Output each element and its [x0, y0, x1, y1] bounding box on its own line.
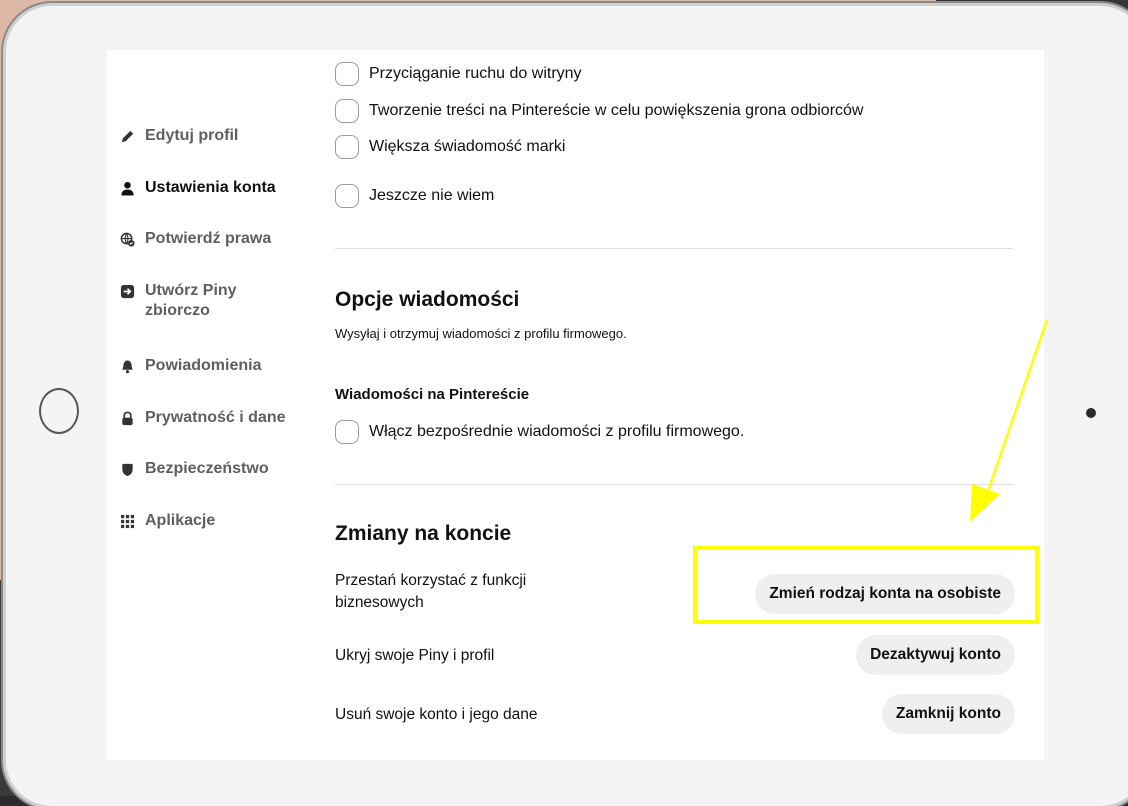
- goal-label: Większa świadomość marki: [369, 138, 566, 155]
- goal-checkbox[interactable]: [335, 184, 359, 208]
- goal-checkbox[interactable]: [335, 62, 359, 86]
- sidebar-item-label: Potwierdź prawa: [145, 230, 272, 247]
- goal-option[interactable]: Większa świadomość marki: [335, 135, 565, 159]
- direct-messages-label: Włącz bezpośrednie wiadomości z profilu …: [369, 423, 745, 440]
- main-content: Przyciąganie ruchu do witryny Tworzenie …: [335, 50, 1015, 760]
- convert-account-description: Przestań korzystać z funkcji biznesowych: [335, 572, 527, 611]
- section-divider: [335, 484, 1013, 485]
- close-account-button[interactable]: Zamknij konto: [881, 694, 1015, 734]
- messages-description: Wysyłaj i otrzymuj wiadomości z profilu …: [335, 326, 627, 341]
- goal-checkbox[interactable]: [335, 99, 359, 123]
- goal-label: Jeszcze nie wiem: [369, 187, 495, 204]
- goal-label: Tworzenie treści na Pintereście w celu p…: [369, 102, 864, 119]
- deactivate-account-button[interactable]: Dezaktywuj konto: [856, 635, 1015, 675]
- globe-check-icon: [119, 231, 135, 247]
- settings-screen: Edytuj profil Ustawienia konta Potwierdź…: [107, 50, 1044, 760]
- sidebar-item-label: Ustawienia konta: [145, 179, 276, 196]
- account-changes-title: Zmiany na koncie: [335, 522, 512, 545]
- goal-option[interactable]: Tworzenie treści na Pintereście w celu p…: [335, 99, 863, 123]
- highlight-box: [693, 546, 1039, 624]
- sidebar-item-apps[interactable]: Aplikacje: [119, 511, 319, 531]
- sidebar-item-notifications[interactable]: Powiadomienia: [119, 356, 319, 376]
- sidebar-item-label: Bezpieczeństwo: [145, 460, 269, 477]
- home-button[interactable]: [39, 388, 79, 434]
- direct-messages-checkbox[interactable]: [335, 420, 359, 444]
- shield-icon: [119, 461, 135, 477]
- import-icon: [119, 283, 135, 299]
- close-description: Usuń swoje konto i jego dane: [335, 706, 538, 723]
- messages-subtitle: Wiadomości na Pintereście: [335, 386, 530, 403]
- sidebar-item-security[interactable]: Bezpieczeństwo: [119, 459, 319, 479]
- section-divider: [335, 248, 1013, 249]
- sidebar-item-privacy[interactable]: Prywatność i dane: [119, 408, 319, 428]
- goal-option[interactable]: Przyciąganie ruchu do witryny: [335, 62, 582, 86]
- lock-icon: [119, 410, 135, 426]
- sidebar-nav: Edytuj profil Ustawienia konta Potwierdź…: [107, 50, 317, 760]
- sidebar-item-label: Utwórz Piny zbiorczo: [145, 282, 237, 319]
- pencil-icon: [119, 128, 135, 144]
- goal-option[interactable]: Jeszcze nie wiem: [335, 184, 494, 208]
- apps-grid-icon: [119, 513, 135, 529]
- sidebar-item-label: Edytuj profil: [145, 127, 239, 144]
- sidebar-item-edit-profile[interactable]: Edytuj profil: [119, 126, 319, 146]
- sidebar-item-claim[interactable]: Potwierdź prawa: [119, 229, 319, 249]
- camera-icon: [1086, 408, 1096, 418]
- deactivate-description: Ukryj swoje Piny i profil: [335, 647, 495, 664]
- messages-title: Opcje wiadomości: [335, 288, 520, 311]
- sidebar-item-account-settings[interactable]: Ustawienia konta: [119, 178, 319, 198]
- goal-checkbox[interactable]: [335, 135, 359, 159]
- person-icon: [119, 180, 135, 196]
- sidebar-item-bulk-pins[interactable]: Utwórz Piny zbiorczo: [119, 281, 319, 321]
- sidebar-item-label: Powiadomienia: [145, 357, 262, 374]
- bell-icon: [119, 358, 135, 374]
- sidebar-item-label: Aplikacje: [145, 512, 216, 529]
- direct-messages-option[interactable]: Włącz bezpośrednie wiadomości z profilu …: [335, 420, 744, 444]
- sidebar-item-label: Prywatność i dane: [145, 409, 286, 426]
- goal-label: Przyciąganie ruchu do witryny: [369, 65, 582, 82]
